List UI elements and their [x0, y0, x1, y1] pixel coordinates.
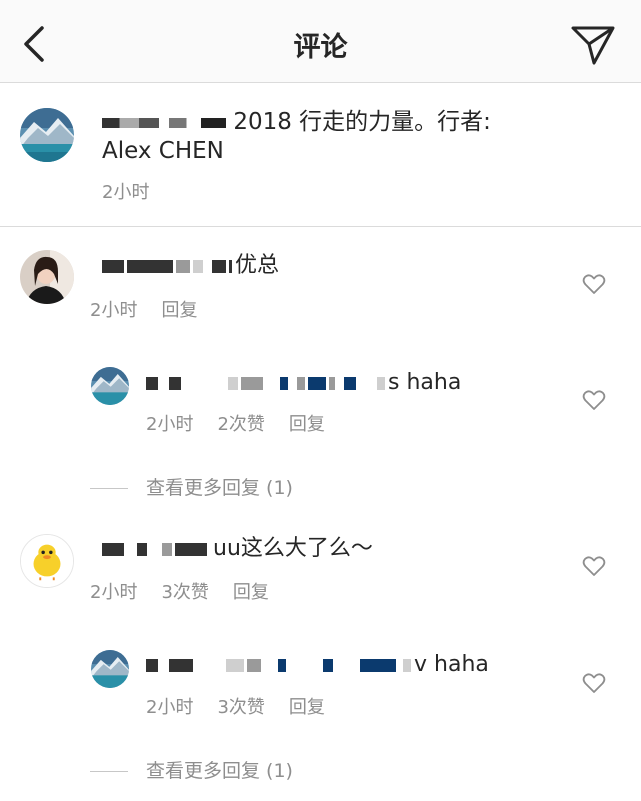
like-count[interactable]: 2次赞	[217, 414, 264, 435]
heart-icon[interactable]	[582, 555, 606, 577]
heart-icon[interactable]	[582, 273, 606, 295]
paper-plane-icon[interactable]	[570, 24, 616, 66]
reply-button[interactable]: 回复	[289, 414, 325, 435]
reply-button[interactable]: 回复	[233, 582, 269, 603]
heart-icon[interactable]	[582, 389, 606, 411]
comment-time: 2小时	[90, 582, 138, 603]
reply-meta: 2小时 2次赞 回复	[146, 410, 349, 436]
comment-meta: 2小时 3次赞 回复	[90, 578, 293, 604]
header-bar: 评论	[0, 0, 641, 83]
post-caption-block: 2018 行走的力量。行者: Alex CHEN 2小时	[0, 83, 641, 227]
post-meta: 2小时	[102, 178, 173, 204]
comment-text: uu这么大了么～	[102, 535, 373, 563]
redacted-username	[102, 542, 124, 556]
redacted-username	[102, 259, 124, 273]
view-more-replies[interactable]: 查看更多回复 (1)	[90, 756, 293, 783]
like-count[interactable]: 3次赞	[161, 582, 208, 603]
post-time: 2小时	[102, 182, 150, 203]
avatar[interactable]	[20, 250, 74, 304]
like-count[interactable]: 3次赞	[217, 697, 264, 718]
redacted-username	[102, 117, 226, 128]
avatar[interactable]	[91, 367, 129, 405]
post-caption: 2018 行走的力量。行者: Alex CHEN	[102, 108, 522, 166]
avatar[interactable]	[20, 534, 74, 588]
heart-icon[interactable]	[582, 672, 606, 694]
avatar[interactable]	[91, 650, 129, 688]
view-more-replies[interactable]: 查看更多回复 (1)	[90, 473, 293, 500]
reply-button[interactable]: 回复	[289, 697, 325, 718]
comment-time: 2小时	[90, 300, 138, 321]
reply-time: 2小时	[146, 697, 194, 718]
reply-time: 2小时	[146, 414, 194, 435]
page-title: 评论	[293, 32, 348, 63]
comment-text: 优总	[102, 252, 279, 280]
reply-meta: 2小时 3次赞 回复	[146, 693, 349, 719]
reply-button[interactable]: 回复	[161, 300, 197, 321]
reply-text: s haha	[146, 369, 461, 397]
avatar[interactable]	[20, 108, 74, 162]
comment-meta: 2小时 回复	[90, 296, 221, 322]
reply-text: v haha	[146, 651, 489, 679]
redacted-username	[146, 376, 158, 390]
redacted-username	[146, 658, 158, 672]
